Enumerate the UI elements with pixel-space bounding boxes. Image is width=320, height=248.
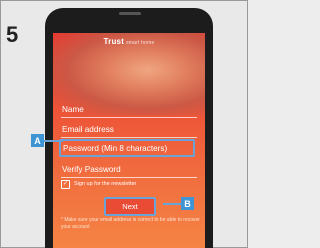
email-field[interactable]: Email address (61, 117, 197, 138)
name-field[interactable]: Name (61, 97, 197, 118)
step-number: 5 (6, 22, 19, 47)
verify-password-field-label: Verify Password (62, 165, 121, 174)
newsletter-checkbox[interactable]: ✓ (61, 179, 70, 189)
phone-speaker (119, 12, 141, 15)
callout-a-badge: A (31, 134, 44, 147)
brand-name: Trust (103, 37, 125, 46)
password-field-label: Password (Min 8 characters) (63, 144, 168, 153)
callout-b-leader (163, 203, 183, 205)
password-field[interactable]: Password (Min 8 characters) (59, 139, 195, 157)
newsletter-option[interactable]: ✓ Sign up for the newsletter (61, 178, 136, 190)
email-notice: * Make sure your email address is correc… (61, 217, 200, 230)
email-field-label: Email address (62, 125, 114, 134)
newsletter-label: Sign up for the newsletter (74, 181, 137, 187)
verify-password-field[interactable]: Verify Password (61, 157, 197, 178)
phone-device: Trust smart home Name Email address Passw… (45, 8, 213, 248)
trust-logo: Trust smart home (53, 37, 205, 46)
name-field-label: Name (62, 105, 84, 114)
next-button[interactable]: Next (104, 197, 156, 216)
callout-a-leader (43, 140, 63, 142)
callout-b-badge: B (181, 197, 194, 210)
brand-tag: smart home (126, 40, 155, 46)
registration-screen: Trust smart home Name Email address Passw… (53, 33, 205, 248)
